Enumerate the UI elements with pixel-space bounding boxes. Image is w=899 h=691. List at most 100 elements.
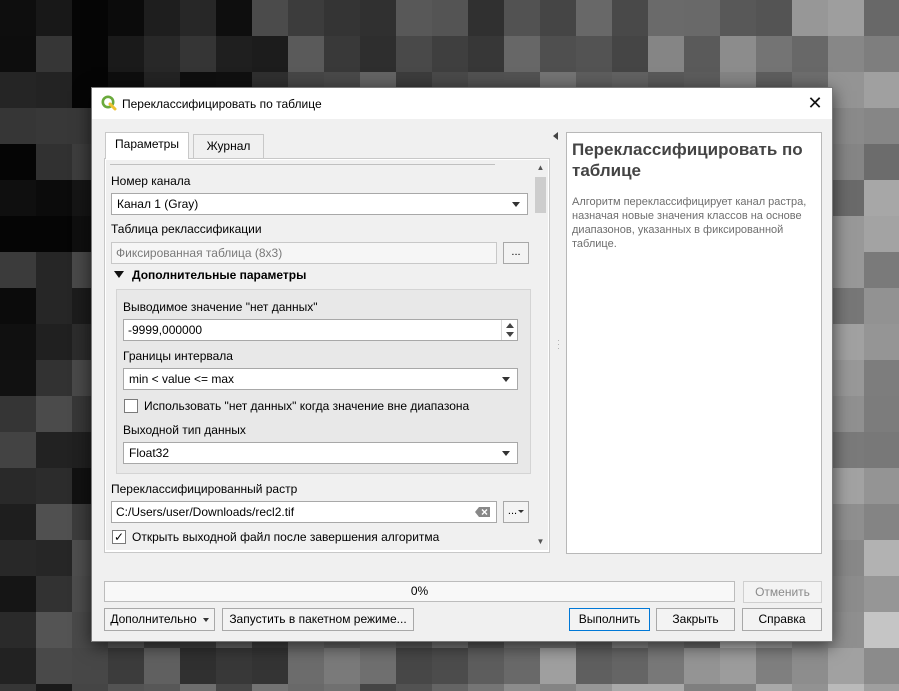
raster-pixel bbox=[288, 0, 324, 36]
raster-pixel bbox=[828, 432, 864, 468]
raster-pixel bbox=[864, 576, 899, 612]
raster-pixel bbox=[0, 144, 36, 180]
chevron-up-icon[interactable] bbox=[506, 323, 514, 328]
raster-pixel bbox=[0, 324, 36, 360]
range-boundaries-select[interactable]: min < value <= max bbox=[123, 368, 518, 390]
raster-pixel bbox=[72, 684, 108, 691]
raster-pixel bbox=[72, 648, 108, 684]
raster-pixel bbox=[864, 36, 899, 72]
raster-pixel bbox=[252, 0, 288, 36]
collapse-help-icon[interactable] bbox=[553, 132, 558, 140]
raster-pixel bbox=[0, 576, 36, 612]
parameters-scroll-area: Номер канала Канал 1 (Gray) Таблица рекл… bbox=[106, 160, 534, 550]
advanced-menu-button[interactable]: Дополнительно bbox=[104, 608, 215, 631]
raster-pixel bbox=[180, 648, 216, 684]
raster-pixel bbox=[828, 324, 864, 360]
raster-pixel bbox=[216, 36, 252, 72]
raster-pixel bbox=[36, 684, 72, 691]
table-label: Таблица реклассификации bbox=[111, 222, 262, 236]
raster-pixel bbox=[864, 216, 899, 252]
raster-pixel bbox=[828, 36, 864, 72]
raster-pixel bbox=[360, 648, 396, 684]
raster-pixel bbox=[684, 36, 720, 72]
raster-pixel bbox=[432, 684, 468, 691]
raster-pixel bbox=[108, 0, 144, 36]
spinbox-arrows[interactable] bbox=[501, 320, 517, 340]
splitter-handle[interactable]: · · · bbox=[557, 336, 560, 353]
chevron-down-icon bbox=[502, 451, 510, 456]
tab-parameters[interactable]: Параметры bbox=[105, 132, 189, 159]
raster-pixel bbox=[864, 396, 899, 432]
raster-pixel bbox=[864, 684, 899, 691]
clear-field-icon[interactable] bbox=[475, 507, 490, 517]
nodata-value: -9999,000000 bbox=[128, 323, 203, 337]
output-datatype-select[interactable]: Float32 bbox=[123, 442, 518, 464]
raster-pixel bbox=[324, 36, 360, 72]
raster-pixel bbox=[828, 180, 864, 216]
output-raster-field[interactable]: C:/Users/user/Downloads/recl2.tif bbox=[111, 501, 497, 523]
close-button[interactable]: Закрыть bbox=[656, 608, 735, 631]
raster-pixel bbox=[36, 432, 72, 468]
title-bar: Переклассифицировать по таблице ✕ bbox=[92, 88, 832, 119]
raster-pixel bbox=[792, 36, 828, 72]
raster-pixel bbox=[828, 396, 864, 432]
raster-pixel bbox=[36, 396, 72, 432]
raster-pixel bbox=[36, 324, 72, 360]
raster-pixel bbox=[864, 504, 899, 540]
raster-pixel bbox=[360, 36, 396, 72]
output-datatype-label: Выходной тип данных bbox=[123, 423, 246, 437]
nodata-spinbox[interactable]: -9999,000000 bbox=[123, 319, 518, 341]
raster-pixel bbox=[36, 468, 72, 504]
raster-pixel bbox=[36, 144, 72, 180]
range-boundaries-value: min < value <= max bbox=[129, 372, 235, 386]
raster-pixel bbox=[36, 216, 72, 252]
table-edit-button[interactable]: ... bbox=[503, 242, 529, 264]
raster-pixel bbox=[864, 0, 899, 36]
expand-triangle-icon[interactable] bbox=[114, 271, 124, 278]
raster-pixel bbox=[504, 648, 540, 684]
raster-pixel bbox=[540, 648, 576, 684]
help-button[interactable]: Справка bbox=[742, 608, 822, 631]
raster-pixel bbox=[468, 36, 504, 72]
parameters-scrollbar[interactable]: ▲ ▼ bbox=[533, 160, 548, 550]
dialog-title: Переклассифицировать по таблице bbox=[122, 97, 322, 111]
raster-pixel bbox=[468, 684, 504, 691]
close-window-button[interactable]: ✕ bbox=[798, 88, 832, 119]
run-as-batch-button[interactable]: Запустить в пакетном режиме... bbox=[222, 608, 414, 631]
raster-pixel bbox=[828, 72, 864, 108]
raster-pixel bbox=[216, 0, 252, 36]
raster-pixel bbox=[828, 0, 864, 36]
raster-pixel bbox=[828, 360, 864, 396]
raster-pixel bbox=[0, 684, 36, 691]
raster-pixel bbox=[756, 36, 792, 72]
chevron-down-icon[interactable] bbox=[506, 332, 514, 337]
raster-pixel bbox=[828, 504, 864, 540]
tab-log[interactable]: Журнал bbox=[193, 134, 264, 159]
raster-pixel bbox=[216, 684, 252, 691]
raster-pixel bbox=[684, 648, 720, 684]
scroll-down-icon[interactable]: ▼ bbox=[533, 534, 548, 550]
help-panel: Переклассифицировать по таблице Алгоритм… bbox=[566, 132, 822, 554]
raster-pixel bbox=[0, 468, 36, 504]
output-browse-button[interactable]: ... bbox=[503, 501, 529, 523]
table-field[interactable]: Фиксированная таблица (8x3) bbox=[111, 242, 497, 264]
raster-pixel bbox=[864, 180, 899, 216]
open-after-checkbox[interactable]: ✓ bbox=[112, 530, 126, 544]
raster-pixel bbox=[756, 684, 792, 691]
band-select[interactable]: Канал 1 (Gray) bbox=[111, 193, 528, 215]
raster-pixel bbox=[0, 0, 36, 36]
raster-pixel bbox=[576, 684, 612, 691]
raster-pixel bbox=[0, 252, 36, 288]
raster-pixel bbox=[288, 648, 324, 684]
scroll-up-icon[interactable]: ▲ bbox=[533, 160, 548, 176]
raster-pixel bbox=[612, 36, 648, 72]
raster-pixel bbox=[144, 0, 180, 36]
raster-pixel bbox=[36, 180, 72, 216]
nodata-for-missing-checkbox[interactable] bbox=[124, 399, 138, 413]
advanced-parameters-header[interactable]: Дополнительные параметры bbox=[132, 268, 306, 282]
scrollbar-thumb[interactable] bbox=[535, 177, 546, 213]
cancel-button[interactable]: Отменить bbox=[743, 581, 822, 603]
raster-pixel bbox=[828, 108, 864, 144]
raster-pixel bbox=[684, 684, 720, 691]
run-button[interactable]: Выполнить bbox=[569, 608, 650, 631]
